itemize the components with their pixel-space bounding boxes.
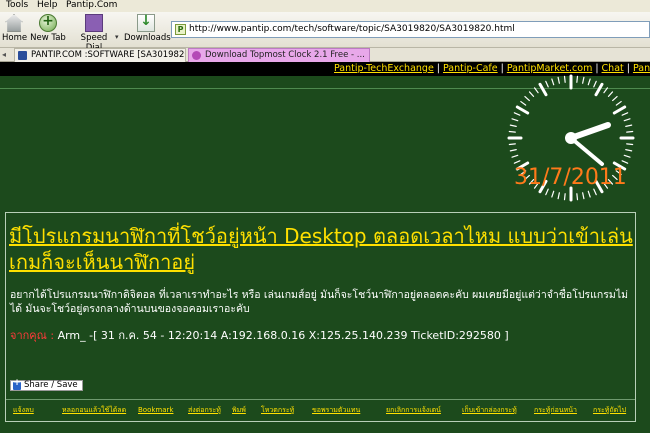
topic-body: อยากได้โปรแกรมนาฬิกาดิจิตอล ที่เวลาเราทำ… — [10, 289, 629, 315]
clock-tick — [508, 143, 516, 146]
tab-pantip[interactable]: PANTIP.COM :SOFTWARE [SA3019820] ... — [14, 48, 186, 62]
share-icon — [13, 379, 21, 390]
menu-pantip[interactable]: Pantip.Com — [66, 0, 117, 11]
address-url[interactable]: http://www.pantip.com/tech/software/topi… — [189, 23, 515, 36]
action-delete[interactable]: หลอกอนแล้วใช้ได้ลด — [62, 404, 126, 416]
clock-tick — [582, 76, 585, 84]
divider — [6, 399, 635, 400]
clock-tick — [520, 100, 527, 106]
speed-dial-icon — [85, 14, 103, 32]
download-site-favicon-icon — [192, 51, 201, 60]
clock-minute-hand — [569, 136, 604, 166]
clock-tick — [563, 193, 566, 201]
clock-tick — [551, 190, 555, 198]
clock-tick — [603, 87, 609, 94]
clock-tick — [533, 87, 539, 94]
action-request-agent[interactable]: ขอพรามตัวแทน — [312, 404, 360, 416]
action-bookmark[interactable]: Bookmark — [138, 404, 173, 416]
action-forward[interactable]: ส่งต่อกระทู้ — [188, 404, 221, 416]
clock-tick — [621, 160, 629, 164]
clock-tick — [509, 124, 517, 127]
new-tab-label: New Tab — [30, 33, 66, 43]
clock-tick — [576, 193, 579, 201]
pantip-favicon-icon — [18, 51, 27, 60]
clock-tick — [545, 80, 549, 88]
action-save-topic[interactable]: เก็บเข้ากล่องกระทู้ — [462, 404, 517, 416]
clock-tick — [508, 130, 516, 133]
clock-tick — [607, 91, 614, 97]
clock-tick — [513, 160, 521, 164]
clock-tick — [593, 80, 597, 88]
clock-tick — [557, 192, 560, 200]
tab-download-clock[interactable]: Download Topmost Clock 2.1 Free - ... — [188, 48, 370, 62]
topic-box: มีโปรแกรมนาฬิกาที่โชว์อยู่หน้า Desktop ต… — [5, 212, 636, 422]
clock-tick — [625, 124, 633, 127]
menu-help[interactable]: Help — [37, 0, 58, 11]
nav-link-techexchange[interactable]: Pantip-TechExchange — [334, 63, 434, 74]
clock-tick — [557, 76, 560, 84]
clock-tick — [528, 91, 535, 97]
clock-tick — [513, 112, 521, 116]
web-page: Pantip-TechExchange | Pantip-Cafe | PantipMa… — [0, 62, 650, 433]
clock-tick — [612, 95, 618, 102]
share-label: Share / Save — [24, 380, 78, 390]
tab-pantip-label: PANTIP.COM :SOFTWARE [SA3019820] ... — [31, 50, 185, 60]
action-next-topic[interactable]: กระทู้ถัดไป — [593, 404, 626, 416]
home-icon — [5, 14, 23, 32]
menu-tools[interactable]: Tools — [6, 0, 28, 11]
site-favicon-icon: P — [175, 24, 186, 35]
nav-link-cafe[interactable]: Pantip-Cafe — [443, 63, 498, 74]
author-label: จากคุณ : — [10, 329, 55, 342]
menu-bar: Tools Help Pantip.Com — [0, 0, 650, 12]
action-vote[interactable]: โหวตกระทู้ — [261, 404, 294, 416]
action-cancel-notify[interactable]: ยกเลิกการแจ้งเตน์ — [386, 404, 441, 416]
clock-tick — [587, 190, 591, 198]
clock-tick — [623, 154, 631, 158]
action-print[interactable]: พิมพ์ — [232, 404, 246, 416]
author-info: Arm_ -[ 31 ก.ค. 54 - 12:20:14 A:192.168.… — [57, 329, 509, 342]
clock-tick — [594, 82, 604, 97]
clock-tick — [587, 78, 591, 86]
home-button[interactable]: Home — [2, 14, 28, 43]
clock-tick — [515, 105, 530, 115]
clock-tick — [524, 95, 530, 102]
clock-tick — [538, 82, 548, 97]
clock-tick — [626, 143, 634, 146]
clock-date: 31/7/2011 — [514, 165, 627, 190]
action-prev-topic[interactable]: กระทู้ก่อนหน้า — [534, 404, 577, 416]
home-label: Home — [2, 33, 28, 43]
clock-tick — [511, 154, 519, 158]
clock-tick — [563, 75, 566, 83]
new-tab-button[interactable]: New Tab — [30, 13, 66, 43]
new-tab-icon — [39, 13, 57, 32]
tab-scroll-left-icon[interactable]: ◂ — [2, 50, 6, 59]
clock-tick — [621, 112, 629, 116]
clock-tick — [511, 118, 519, 122]
tab-bar: ◂ PANTIP.COM :SOFTWARE [SA3019820] ... D… — [0, 48, 650, 62]
clock-tick — [612, 105, 627, 115]
clock-tick — [551, 78, 555, 86]
topic-title: มีโปรแกรมนาฬิกาที่โชว์อยู่หน้า Desktop ต… — [9, 224, 633, 274]
clock-tick — [582, 192, 585, 200]
downloads-button[interactable]: Downloads — [124, 13, 171, 43]
topic-author: จากคุณ : Arm_ -[ 31 ก.ค. 54 - 12:20:14 A… — [10, 329, 509, 343]
clock-tick — [625, 149, 633, 152]
clock-tick — [623, 118, 631, 122]
toolbar: Home New Tab Speed Dial ▾ Downloads P ht… — [0, 12, 650, 53]
clock-tick — [626, 130, 634, 133]
downloads-label: Downloads — [124, 33, 171, 43]
topic-actions: แจ้งลบ หลอกอนแล้วใช้ได้ลด Bookmark ส่งต่… — [6, 404, 635, 416]
tab-download-clock-label: Download Topmost Clock 2.1 Free - ... — [205, 50, 365, 60]
speed-dial-dropdown-icon[interactable]: ▾ — [115, 33, 119, 41]
share-save-button[interactable]: Share / Save — [10, 379, 83, 391]
clock-tick — [576, 75, 579, 83]
action-report[interactable]: แจ้งลบ — [13, 404, 34, 416]
clock-tick — [615, 100, 622, 106]
clock-center — [565, 132, 577, 144]
downloads-icon — [137, 13, 155, 32]
address-bar[interactable]: P http://www.pantip.com/tech/software/to… — [171, 21, 650, 38]
clock-tick — [509, 149, 517, 152]
